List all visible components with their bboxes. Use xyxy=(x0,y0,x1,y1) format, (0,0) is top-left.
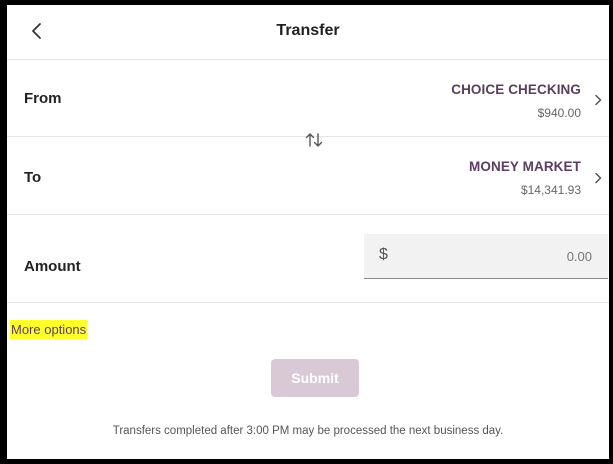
amount-field[interactable]: $ xyxy=(364,234,608,279)
from-account-balance: $940.00 xyxy=(537,106,581,120)
amount-input[interactable] xyxy=(404,244,592,268)
more-options-link[interactable]: More options xyxy=(10,320,88,339)
from-account-name: CHOICE CHECKING xyxy=(451,82,581,97)
from-label: From xyxy=(24,90,62,107)
from-account-row[interactable]: From CHOICE CHECKING $940.00 xyxy=(7,60,609,137)
to-account-name: MONEY MARKET xyxy=(469,159,581,174)
to-label: To xyxy=(24,169,42,186)
submit-button[interactable]: Submit xyxy=(271,359,359,397)
swap-vertical-arrows-icon xyxy=(305,133,323,147)
amount-label: Amount xyxy=(24,258,81,275)
header-bar: Transfer xyxy=(7,5,609,60)
page-title: Transfer xyxy=(276,22,340,39)
from-account[interactable]: CHOICE CHECKING $940.00 xyxy=(451,82,581,120)
back-button[interactable] xyxy=(25,17,49,45)
currency-symbol: $ xyxy=(379,246,388,263)
to-account[interactable]: MONEY MARKET $14,341.93 xyxy=(469,159,581,197)
transfer-disclaimer: Transfers completed after 3:00 PM may be… xyxy=(112,425,504,437)
chevron-right-icon xyxy=(593,171,603,185)
swap-accounts-button[interactable] xyxy=(303,131,325,149)
to-account-balance: $14,341.93 xyxy=(520,183,581,197)
chevron-left-icon xyxy=(32,23,41,39)
transfer-screen: Transfer From CHOICE CHECKING $940.00 To… xyxy=(7,5,609,459)
chevron-right-icon xyxy=(593,93,603,107)
